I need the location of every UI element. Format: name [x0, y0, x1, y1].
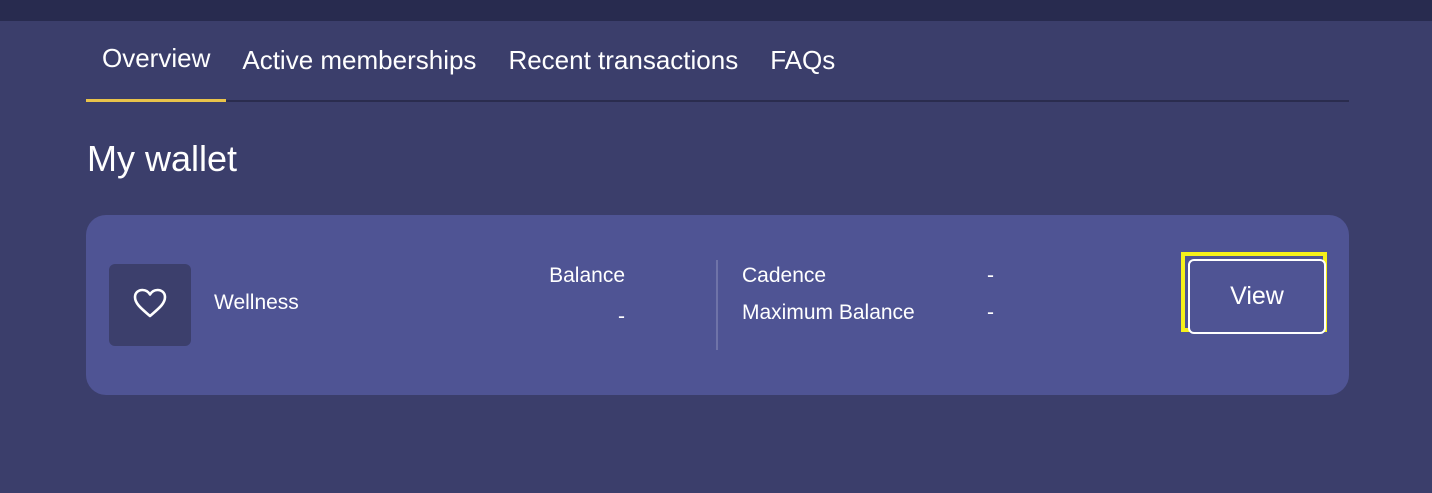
tab-faqs[interactable]: FAQs	[754, 21, 851, 100]
wallet-icon-box	[109, 264, 191, 346]
heart-icon	[132, 287, 168, 324]
tab-overview[interactable]: Overview	[86, 17, 227, 102]
max-balance-value: -	[987, 301, 994, 324]
wallet-name: Wellness	[214, 291, 299, 314]
view-button[interactable]: View	[1188, 259, 1326, 334]
tab-recent-transactions[interactable]: Recent transactions	[492, 21, 754, 100]
divider	[716, 260, 718, 350]
balance-value: -	[618, 305, 625, 328]
cadence-value: -	[987, 264, 994, 287]
wallet-card: Wellness Balance - Cadence - Maximum Bal…	[86, 215, 1349, 395]
cadence-label: Cadence	[742, 264, 827, 287]
balance-label: Balance	[549, 264, 625, 287]
tab-active-memberships[interactable]: Active memberships	[226, 21, 492, 100]
page-title: My wallet	[87, 138, 238, 179]
tab-bar: Overview Active memberships Recent trans…	[86, 21, 1349, 102]
max-balance-label: Maximum Balance	[742, 301, 915, 324]
